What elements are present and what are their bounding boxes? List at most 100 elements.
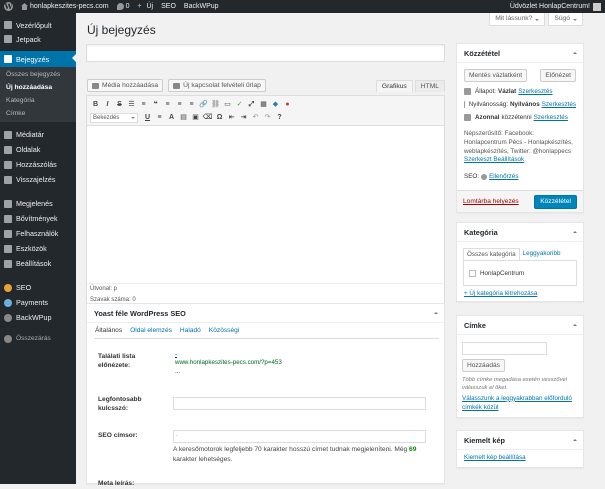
seo-title-input[interactable]: -: [173, 430, 426, 443]
link-icon[interactable]: 🔗: [198, 99, 209, 110]
yoast-tab-general[interactable]: Általános: [94, 327, 124, 334]
align-center-icon[interactable]: ≡: [174, 99, 185, 110]
seo-check-link[interactable]: Ellenőrzés: [489, 173, 518, 180]
spellcheck-icon[interactable]: ✓: [234, 99, 245, 110]
underline-icon[interactable]: U: [142, 112, 153, 123]
site-name: honlapkeszites-pecs.com: [30, 3, 109, 10]
account-menu[interactable]: Üdvözlet HonlapCentrum!: [506, 0, 605, 13]
tab-all-categories[interactable]: Összes kategória: [463, 248, 520, 260]
justify-icon[interactable]: ≡: [154, 112, 165, 123]
yoast-tab-advanced[interactable]: Haladó: [179, 327, 202, 334]
add-tag-button[interactable]: Hozzáadás: [462, 359, 505, 372]
sidebar-item-settings[interactable]: Beállítások: [0, 256, 76, 271]
add-media-button[interactable]: Média hozzáadása: [87, 79, 164, 92]
sidebar-item-dashboard[interactable]: Vezérlőpult: [0, 18, 76, 32]
fullscreen-icon[interactable]: ⤢: [246, 99, 257, 110]
bullet-list-icon[interactable]: ☰: [126, 99, 137, 110]
wp-logo-menu[interactable]: W: [0, 0, 17, 13]
strikethrough-icon[interactable]: S: [114, 99, 125, 110]
yoast-tab-page-analysis[interactable]: Oldal elemzés: [129, 327, 173, 334]
sidebar-item-tools[interactable]: Eszközök: [0, 241, 76, 256]
category-checkbox[interactable]: [469, 269, 476, 277]
yoast-box-header[interactable]: Yoast féle WordPress SEO: [87, 304, 444, 323]
yoast-tab-social[interactable]: Közösségi: [208, 327, 240, 334]
tags-box-header[interactable]: Címke: [457, 316, 583, 335]
toggle-arrow-icon[interactable]: [434, 312, 438, 314]
sidebar-item-payments[interactable]: Payments: [0, 295, 76, 310]
submenu-categories[interactable]: Kategória: [0, 94, 76, 107]
seo-link[interactable]: SEO: [157, 0, 180, 13]
unlink-icon[interactable]: ⛓: [210, 99, 221, 110]
submenu-add-new[interactable]: Új hozzáadása: [0, 81, 76, 94]
sidebar-item-media[interactable]: Médiatár: [0, 127, 76, 142]
sidebar-item-comments[interactable]: Hozzászólás: [0, 157, 76, 172]
edit-status-link[interactable]: Szerkesztés: [518, 88, 552, 95]
toggle-arrow-icon[interactable]: [573, 439, 577, 441]
editor-content-area[interactable]: [87, 126, 444, 266]
toggle-arrow-icon[interactable]: [573, 324, 577, 326]
help-button[interactable]: Súgó: [548, 13, 583, 26]
paste-word-icon[interactable]: ▣: [190, 112, 201, 123]
tab-visual[interactable]: Grafikus: [375, 80, 413, 92]
sidebar-item-feedback[interactable]: Visszajelzés: [0, 172, 76, 187]
undo-icon[interactable]: ↶: [250, 112, 261, 123]
special-char-icon[interactable]: Ω: [214, 112, 225, 123]
featured-image-header[interactable]: Kiemelt kép: [457, 431, 583, 450]
contact-form-button[interactable]: Új kapcsolat felvételi űrlap: [168, 79, 266, 92]
tag-input[interactable]: [462, 342, 547, 355]
collapse-menu-button[interactable]: Összezárás: [0, 331, 76, 346]
align-left-icon[interactable]: ≡: [162, 99, 173, 110]
toggle-arrow-icon[interactable]: [573, 231, 577, 233]
sidebar-item-plugins[interactable]: Bővítmények: [0, 211, 76, 226]
new-content-link[interactable]: + Új: [134, 0, 158, 13]
sidebar-item-pages[interactable]: Oldalak: [0, 142, 76, 157]
italic-icon[interactable]: I: [102, 99, 113, 110]
indent-icon[interactable]: ⇥: [238, 112, 249, 123]
category-box-header[interactable]: Kategória: [457, 223, 583, 242]
blockquote-icon[interactable]: ❝: [150, 99, 161, 110]
help-icon[interactable]: ?: [274, 112, 285, 123]
align-right-icon[interactable]: ≡: [186, 99, 197, 110]
site-name-link[interactable]: honlapkeszites-pecs.com: [17, 0, 113, 13]
paste-text-icon[interactable]: ▤: [178, 112, 189, 123]
toggle-arrow-icon[interactable]: [573, 52, 577, 54]
trash-link[interactable]: Lomtárba helyezés: [463, 198, 519, 205]
post-title-input[interactable]: [86, 44, 445, 62]
submenu-tags[interactable]: Címke: [0, 107, 76, 120]
chevron-down-icon: [535, 18, 540, 23]
sidebar-item-appearance[interactable]: Megjelenés: [0, 196, 76, 211]
comments-link[interactable]: 0: [113, 0, 134, 13]
numbered-list-icon[interactable]: ≡: [138, 99, 149, 110]
sidebar-item-backwpup[interactable]: BackWPup: [0, 310, 76, 325]
tab-popular-categories[interactable]: Leggyakoribb: [520, 248, 564, 260]
preview-button[interactable]: Előnézet: [540, 69, 576, 82]
submenu-all-posts[interactable]: Összes bejegyzés: [0, 69, 76, 81]
set-featured-image-link[interactable]: Kiemelt kép beállítása: [464, 454, 526, 461]
clear-format-icon[interactable]: ⌫: [202, 112, 213, 123]
sidebar-item-jetpack[interactable]: Jetpack: [0, 32, 76, 46]
edit-visibility-link[interactable]: Szerkesztés: [542, 101, 576, 108]
format-select[interactable]: Bekezdés: [90, 112, 138, 123]
focus-keyword-input[interactable]: [173, 397, 426, 410]
sidebar-item-posts[interactable]: Bejegyzés: [0, 51, 76, 67]
sidebar-item-seo[interactable]: SEO: [0, 280, 76, 295]
screen-options-button[interactable]: Mit lássunk?: [489, 13, 546, 26]
sidebar-item-users[interactable]: Felhasználók: [0, 226, 76, 241]
backwpup-link[interactable]: BackWPup: [180, 0, 223, 13]
more-tag-icon[interactable]: ▭: [222, 99, 233, 110]
edit-schedule-link[interactable]: Szerkesztés: [534, 114, 568, 121]
add-category-link[interactable]: + Új kategória létrehozása: [464, 290, 537, 297]
red-tool-icon[interactable]: ●: [282, 99, 293, 110]
text-color-icon[interactable]: A: [166, 112, 177, 123]
toolbar-toggle-icon[interactable]: ▦: [258, 99, 269, 110]
tab-html[interactable]: HTML: [414, 80, 445, 92]
save-draft-button[interactable]: Mentés vázlatként: [464, 69, 528, 82]
publish-box-header[interactable]: Közzététel: [457, 44, 583, 63]
bold-icon[interactable]: B: [90, 99, 101, 110]
blue-tool-icon[interactable]: ◆: [270, 99, 281, 110]
redo-icon[interactable]: ↷: [262, 112, 273, 123]
popular-tags-link[interactable]: Válasszunk a leggyakrabban előforduló cí…: [462, 395, 572, 411]
publicize-settings-link[interactable]: Szerkeszt Beállítások: [464, 156, 524, 163]
outdent-icon[interactable]: ⇤: [226, 112, 237, 123]
publish-button[interactable]: Közzététel: [534, 194, 577, 209]
